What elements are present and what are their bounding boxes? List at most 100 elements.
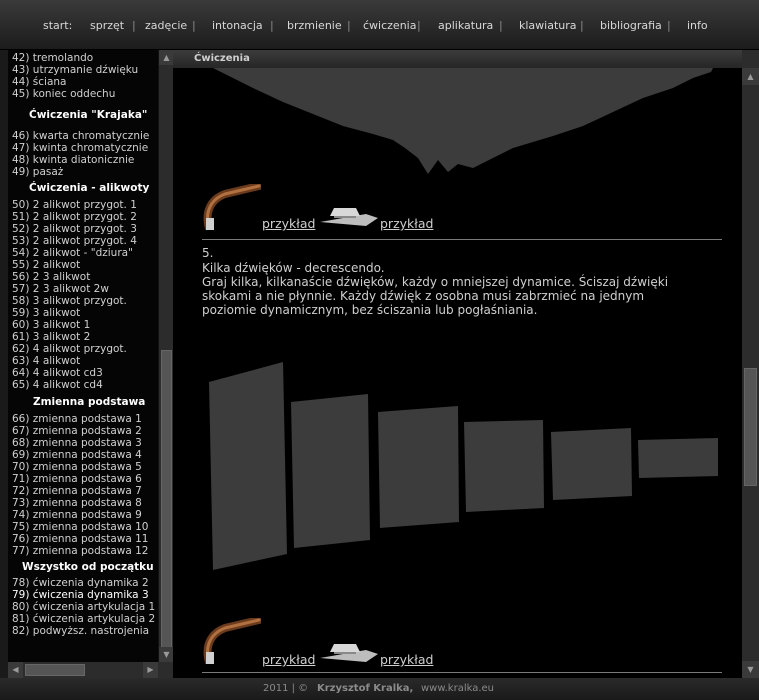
scroll-left-arrow-icon[interactable]: ◀ [8, 662, 23, 678]
sidebar-item[interactable]: 78) ćwiczenia dynamika 2 [12, 577, 149, 589]
sidebar-item[interactable]: 45) koniec oddechu [12, 88, 115, 100]
nav-item-klawiatura[interactable]: klawiatura [519, 19, 577, 32]
nav-item-cwiczenia[interactable]: ćwiczenia [363, 19, 416, 32]
exercise-description: Graj kilka, kilkanaście dźwięków, każdy … [202, 275, 669, 317]
footer-site-link[interactable]: www.kralka.eu [421, 683, 494, 694]
scroll-down-arrow-icon[interactable]: ▼ [159, 647, 174, 662]
nav-separator: | [499, 19, 503, 32]
nav-item-aplikatura[interactable]: aplikatura [438, 19, 493, 32]
scrollbar-thumb[interactable] [161, 350, 172, 650]
sidebar-item[interactable]: 66) zmienna podstawa 1 [12, 413, 142, 425]
sidebar-item[interactable]: 44) ściana [12, 76, 66, 88]
nav-item-info[interactable]: info [687, 19, 708, 32]
reed-ligature-icon [320, 644, 378, 662]
sidebar-item[interactable]: 46) kwarta chromatycznie [12, 130, 149, 142]
sidebar-item[interactable]: 56) 2 3 alikwot [12, 271, 90, 283]
sidebar-item[interactable]: 59) 3 alikwot [12, 307, 80, 319]
nav-separator: | [192, 19, 196, 32]
sidebar-vertical-scrollbar[interactable]: ▲ ▼ [158, 50, 174, 662]
sidebar-heading: Ćwiczenia "Krajaka" [29, 109, 148, 121]
sidebar: 42) tremolando 43) utrzymanie dźwięku 44… [8, 50, 174, 678]
sidebar-item[interactable]: 58) 3 alikwot przygot. [12, 295, 127, 307]
footer: 2011 | © Krzysztof Kralka, www.kralka.eu [0, 678, 759, 700]
scroll-up-arrow-icon[interactable]: ▲ [742, 68, 759, 85]
scrollbar-thumb[interactable] [25, 664, 85, 676]
scroll-up-arrow-icon[interactable]: ▲ [159, 50, 174, 65]
nav-separator: | [417, 19, 421, 32]
example-link[interactable]: przykład [380, 216, 433, 231]
sidebar-item[interactable]: 57) 2 3 alikwot 2w [12, 283, 109, 295]
sidebar-heading: Wszystko od początku [22, 561, 154, 573]
nav-separator: | [132, 19, 136, 32]
example-link[interactable]: przykład [262, 652, 315, 667]
example-link[interactable]: przykład [380, 652, 433, 667]
sidebar-item[interactable]: 76) zmienna podstawa 11 [12, 533, 149, 545]
main-panel: Ćwiczenia przykład przykład 5. Kilka dźw… [173, 50, 759, 678]
sidebar-item[interactable]: 62) 4 alikwot przygot. [12, 343, 127, 355]
nav-item-bibliografia[interactable]: bibliografia [600, 19, 662, 32]
sidebar-item[interactable]: 53) 2 alikwot przygot. 4 [12, 235, 137, 247]
mouthpiece-crook-icon [203, 618, 261, 664]
exercise-list: 42) tremolando 43) utrzymanie dźwięku 44… [8, 50, 158, 662]
nav-start-label: start: [43, 19, 73, 32]
sidebar-item[interactable]: 54) 2 alikwot - "dziura" [12, 247, 133, 259]
sidebar-item[interactable]: 75) zmienna podstawa 10 [12, 521, 149, 533]
sidebar-item[interactable]: 71) zmienna podstawa 6 [12, 473, 142, 485]
nav-item-sprzet[interactable]: sprzęt [90, 19, 124, 32]
decrescendo-waveform-image [209, 362, 718, 570]
sidebar-item[interactable]: 82) podwyższ. nastrojenia [12, 625, 149, 637]
sidebar-item[interactable]: 48) kwinta diatonicznie [12, 154, 134, 166]
sidebar-item[interactable]: 52) 2 alikwot przygot. 3 [12, 223, 137, 235]
nav-item-intonacja[interactable]: intonacja [212, 19, 263, 32]
sidebar-item[interactable]: 69) zmienna podstawa 4 [12, 449, 142, 461]
divider [202, 239, 722, 240]
sidebar-item[interactable]: 67) zmienna podstawa 2 [12, 425, 142, 437]
scrollbar-corner [158, 662, 173, 678]
sidebar-item[interactable]: 47) kwinta chromatycznie [12, 142, 148, 154]
sidebar-item[interactable]: 81) ćwiczenia artykulacja 2 [12, 613, 155, 625]
sidebar-item[interactable]: 61) 3 alikwot 2 [12, 331, 90, 343]
sidebar-item[interactable]: 73) zmienna podstawa 8 [12, 497, 142, 509]
nav-item-brzmienie[interactable]: brzmienie [287, 19, 342, 32]
main-vertical-scrollbar[interactable]: ▲ ▼ [742, 50, 759, 678]
reed-ligature-icon [320, 208, 378, 226]
sidebar-item[interactable]: 50) 2 alikwot przygot. 1 [12, 199, 137, 211]
panel-title-bar: Ćwiczenia [173, 50, 742, 68]
exercise-number: 5. [202, 246, 214, 260]
sidebar-item[interactable]: 64) 4 alikwot cd3 [12, 367, 103, 379]
nav-separator: | [347, 19, 351, 32]
sidebar-item[interactable]: 65) 4 alikwot cd4 [12, 379, 103, 391]
sidebar-heading: Ćwiczenia - alikwoty [29, 182, 150, 194]
sidebar-heading: Zmienna podstawa [33, 396, 146, 408]
mouthpiece-crook-icon [203, 184, 261, 230]
main-content: przykład przykład 5. Kilka dźwięków - de… [173, 68, 742, 678]
exercise-title: Kilka dźwięków - decrescendo. [202, 261, 385, 275]
sidebar-item[interactable]: 70) zmienna podstawa 5 [12, 461, 142, 473]
sidebar-item[interactable]: 68) zmienna podstawa 3 [12, 437, 142, 449]
top-navigation: start: sprzęt | zadęcie | intonacja | br… [0, 0, 759, 50]
divider [202, 672, 722, 673]
sidebar-item[interactable]: 49) pasaż [12, 166, 63, 178]
sidebar-item[interactable]: 43) utrzymanie dźwięku [12, 64, 138, 76]
sidebar-item[interactable]: 63) 4 alikwot [12, 355, 80, 367]
sidebar-item[interactable]: 77) zmienna podstawa 12 [12, 545, 149, 557]
scroll-down-arrow-icon[interactable]: ▼ [742, 661, 759, 678]
example-link[interactable]: przykład [262, 216, 315, 231]
sidebar-horizontal-scrollbar[interactable]: ◀ ▶ [8, 662, 158, 678]
sidebar-item[interactable]: 51) 2 alikwot przygot. 2 [12, 211, 137, 223]
footer-copyright: 2011 | © [263, 683, 309, 694]
sidebar-item[interactable]: 55) 2 alikwot [12, 259, 80, 271]
footer-author: Krzysztof Kralka, [317, 683, 414, 694]
sidebar-item[interactable]: 60) 3 alikwot 1 [12, 319, 90, 331]
scrollbar-thumb[interactable] [744, 368, 757, 486]
waveform-image [213, 68, 713, 174]
nav-separator: | [580, 19, 584, 32]
sidebar-item[interactable]: 42) tremolando [12, 52, 93, 64]
sidebar-item-active[interactable]: 79) ćwiczenia dynamika 3 [12, 589, 149, 601]
sidebar-item[interactable]: 74) zmienna podstawa 9 [12, 509, 142, 521]
nav-separator: | [667, 19, 671, 32]
sidebar-item[interactable]: 72) zmienna podstawa 7 [12, 485, 142, 497]
nav-item-zadecie[interactable]: zadęcie [145, 19, 187, 32]
scroll-right-arrow-icon[interactable]: ▶ [143, 662, 158, 678]
sidebar-item[interactable]: 80) ćwiczenia artykulacja 1 [12, 601, 155, 613]
